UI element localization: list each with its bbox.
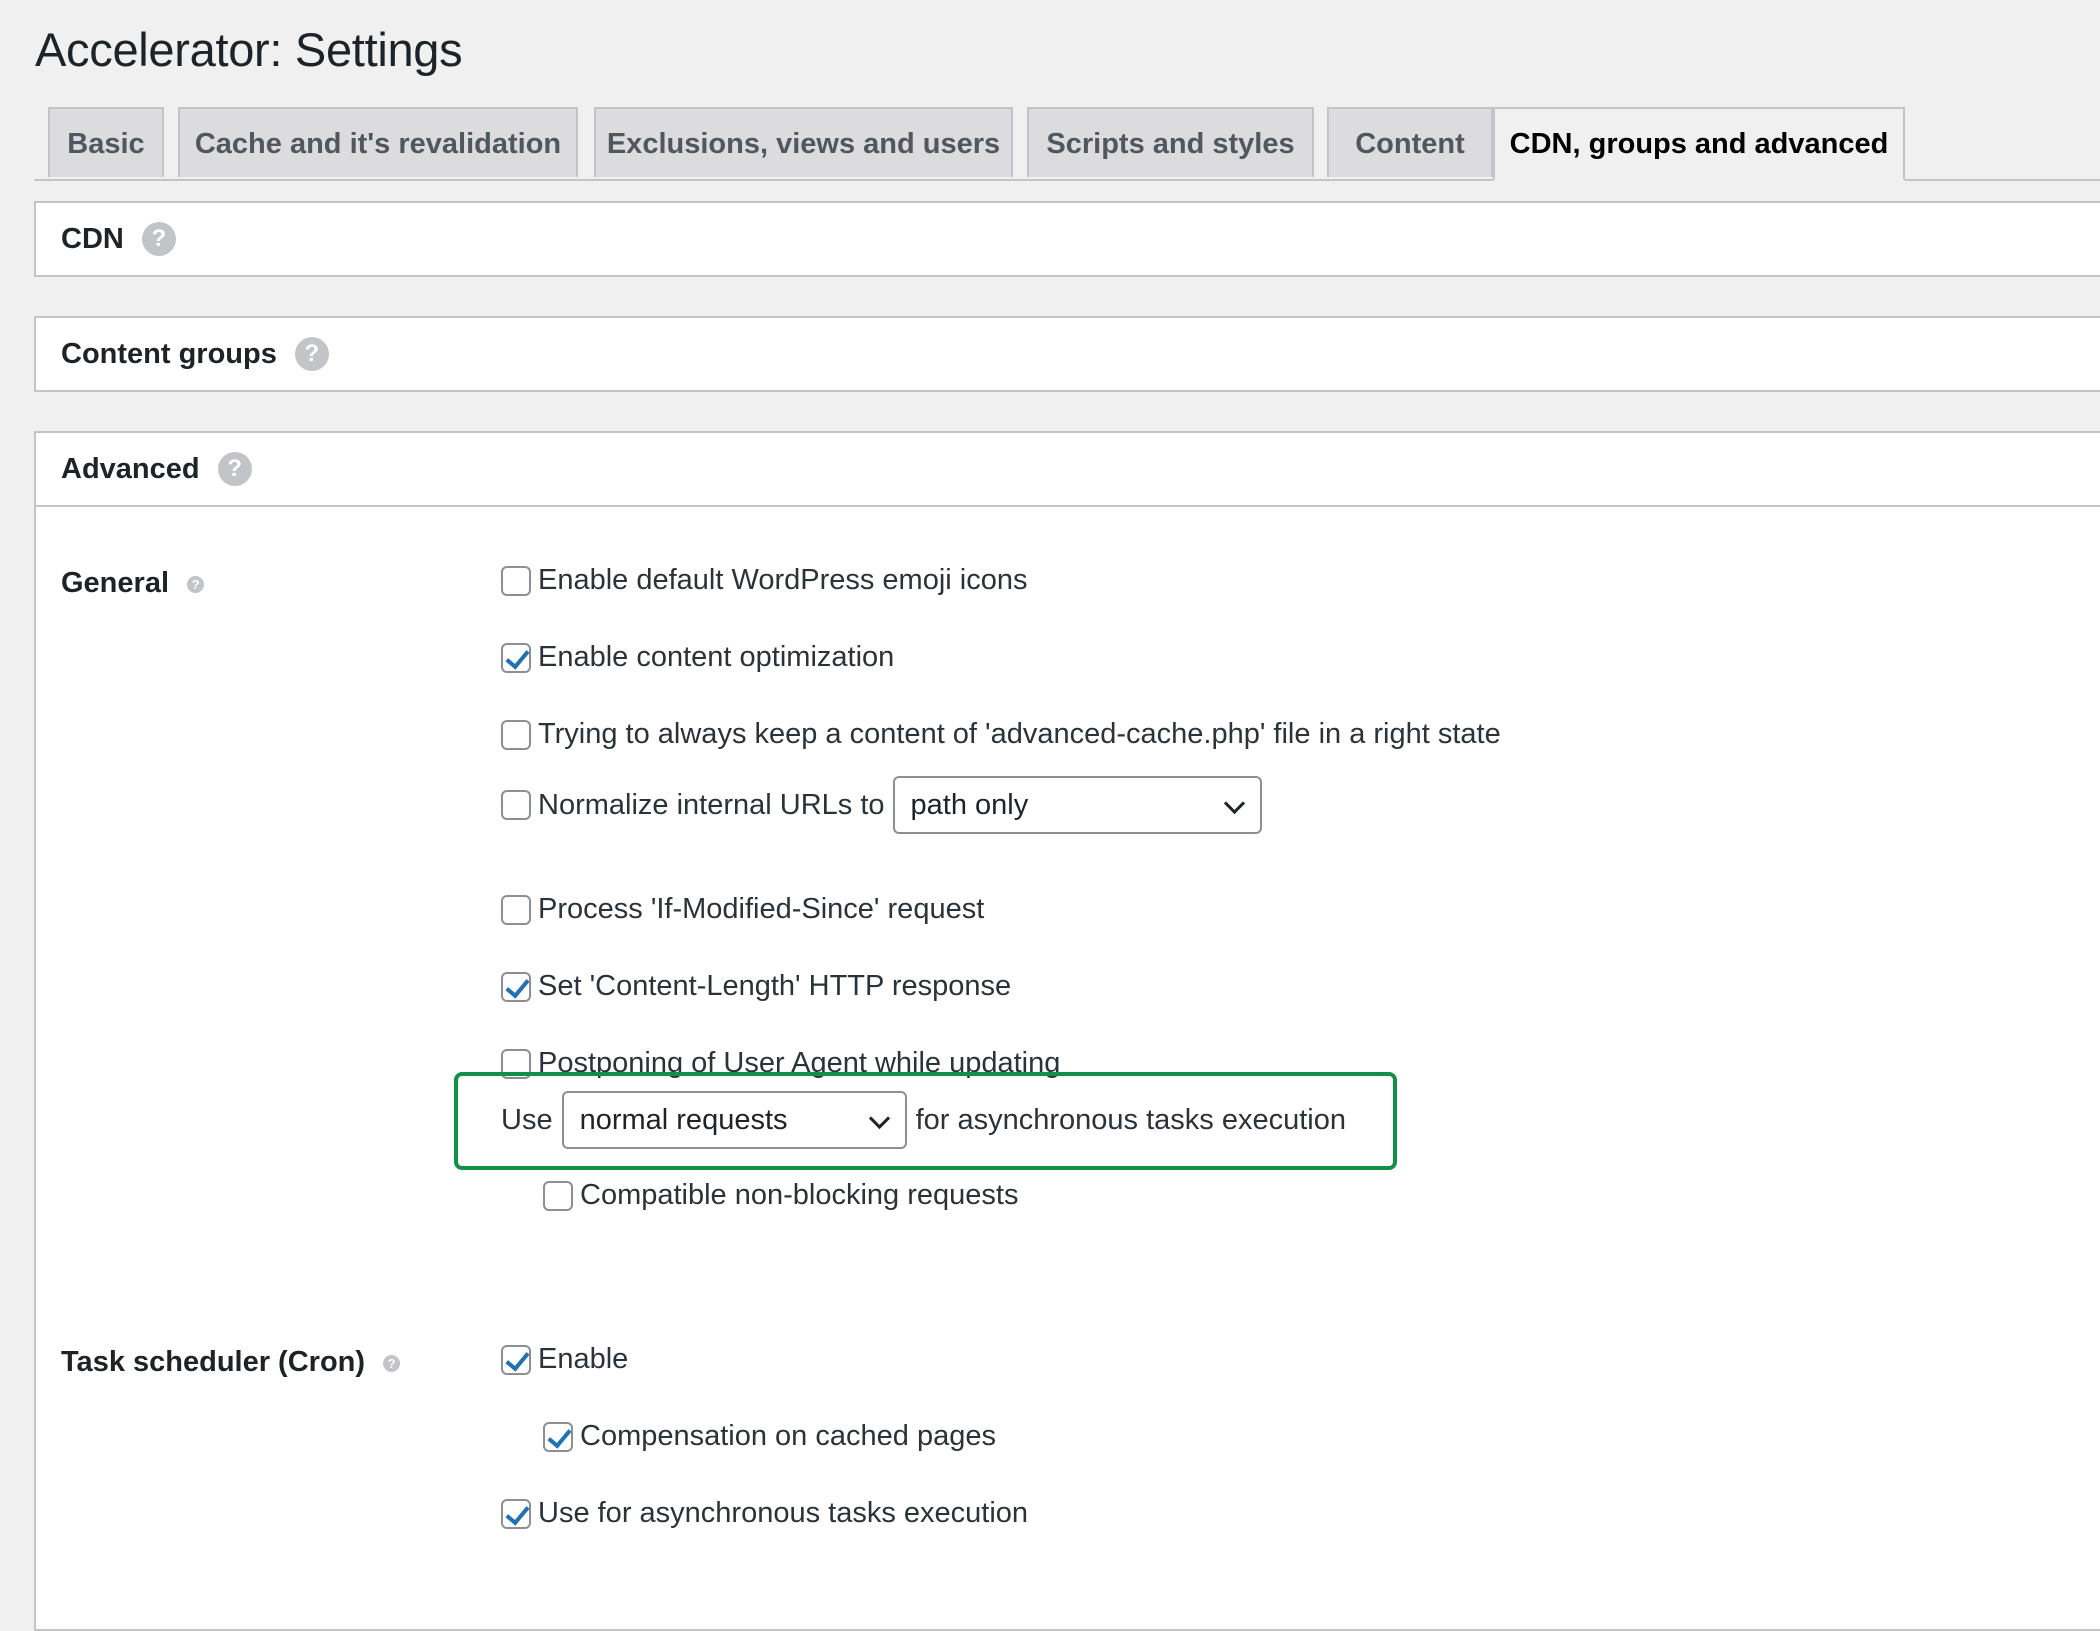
- page-title: Accelerator: Settings: [35, 23, 463, 76]
- help-icon[interactable]: ?: [383, 1354, 401, 1372]
- option-cron-enable[interactable]: Enable: [501, 1343, 628, 1376]
- option-label: Normalize internal URLs to: [538, 788, 885, 821]
- async-prefix: Use: [501, 1103, 553, 1136]
- option-async-requests: Use normal requests for asynchronous tas…: [501, 1091, 1346, 1149]
- tab-basic[interactable]: Basic: [48, 107, 164, 177]
- option-label: Compensation on cached pages: [580, 1420, 996, 1452]
- content-groups-panel-header[interactable]: Content groups ?: [36, 318, 2100, 390]
- option-label: Use for asynchronous tasks execution: [538, 1497, 1029, 1529]
- tab-scripts-styles[interactable]: Scripts and styles: [1027, 107, 1314, 177]
- tab-bar: Basic Cache and it's revalidation Exclus…: [34, 107, 2100, 181]
- tab-exclusions[interactable]: Exclusions, views and users: [594, 107, 1013, 177]
- option-advanced-cache-state[interactable]: Trying to always keep a content of 'adva…: [501, 718, 1501, 751]
- async-requests-select[interactable]: normal requests: [561, 1091, 907, 1149]
- option-label: Enable: [538, 1343, 629, 1375]
- content-groups-panel: Content groups ?: [34, 316, 2100, 392]
- normalize-urls-select[interactable]: path only: [892, 776, 1262, 834]
- option-label: Enable content optimization: [538, 641, 895, 673]
- help-icon[interactable]: ?: [217, 452, 252, 486]
- option-normalize-urls: Normalize internal URLs to path only: [501, 776, 1262, 834]
- option-content-length[interactable]: Set 'Content-Length' HTTP response: [501, 970, 1011, 1003]
- advanced-title: Advanced: [61, 452, 200, 485]
- cron-row-label: Task scheduler (Cron) ?: [61, 1346, 401, 1379]
- option-label: Set 'Content-Length' HTTP response: [538, 970, 1012, 1002]
- content-groups-title: Content groups: [61, 337, 277, 370]
- cdn-panel: CDN ?: [34, 201, 2100, 277]
- checkbox-checked[interactable]: [501, 1344, 531, 1375]
- checkbox[interactable]: [501, 719, 531, 750]
- help-icon[interactable]: ?: [294, 337, 329, 371]
- option-compatible-nonblocking[interactable]: Compatible non-blocking requests: [543, 1179, 1018, 1212]
- checkbox-checked[interactable]: [543, 1421, 573, 1452]
- help-icon[interactable]: ?: [187, 575, 205, 593]
- async-suffix: for asynchronous tasks execution: [915, 1103, 1346, 1136]
- general-label: General: [61, 567, 169, 599]
- chevron-down-icon: [868, 1107, 890, 1130]
- checkbox[interactable]: [501, 790, 531, 820]
- checkbox[interactable]: [501, 565, 531, 596]
- advanced-panel-header[interactable]: Advanced ?: [36, 433, 2100, 505]
- help-icon[interactable]: ?: [141, 222, 176, 256]
- option-label: Trying to always keep a content of 'adva…: [538, 718, 1501, 750]
- cron-label: Task scheduler (Cron): [61, 1346, 366, 1378]
- advanced-panel: Advanced ? General ? Enable default Word…: [34, 431, 2100, 1631]
- option-label: Process 'If-Modified-Since' request: [538, 893, 985, 925]
- option-label: Compatible non-blocking requests: [580, 1179, 1019, 1211]
- option-if-modified-since[interactable]: Process 'If-Modified-Since' request: [501, 893, 984, 926]
- cdn-title: CDN: [61, 222, 124, 255]
- option-cron-compensation[interactable]: Compensation on cached pages: [543, 1420, 996, 1453]
- checkbox-checked[interactable]: [501, 971, 531, 1002]
- option-content-optimization[interactable]: Enable content optimization: [501, 641, 894, 674]
- tab-cache-revalidation[interactable]: Cache and it's revalidation: [178, 107, 578, 177]
- option-label: Enable default WordPress emoji icons: [538, 564, 1028, 596]
- checkbox-checked[interactable]: [501, 1498, 531, 1529]
- advanced-body: General ? Enable default WordPress emoji…: [36, 505, 2100, 1617]
- checkbox[interactable]: [501, 894, 531, 925]
- select-value: path only: [910, 789, 1029, 821]
- select-value: normal requests: [579, 1104, 788, 1136]
- general-row-label: General ?: [61, 567, 205, 600]
- chevron-down-icon: [1223, 792, 1245, 815]
- tab-cdn-groups-advanced[interactable]: CDN, groups and advanced: [1493, 107, 1905, 181]
- checkbox[interactable]: [543, 1180, 573, 1211]
- checkbox-checked[interactable]: [501, 642, 531, 673]
- cdn-panel-header[interactable]: CDN ?: [36, 203, 2100, 275]
- option-cron-async[interactable]: Use for asynchronous tasks execution: [501, 1497, 1028, 1530]
- option-enable-emoji[interactable]: Enable default WordPress emoji icons: [501, 564, 1028, 597]
- tab-content[interactable]: Content: [1327, 107, 1493, 177]
